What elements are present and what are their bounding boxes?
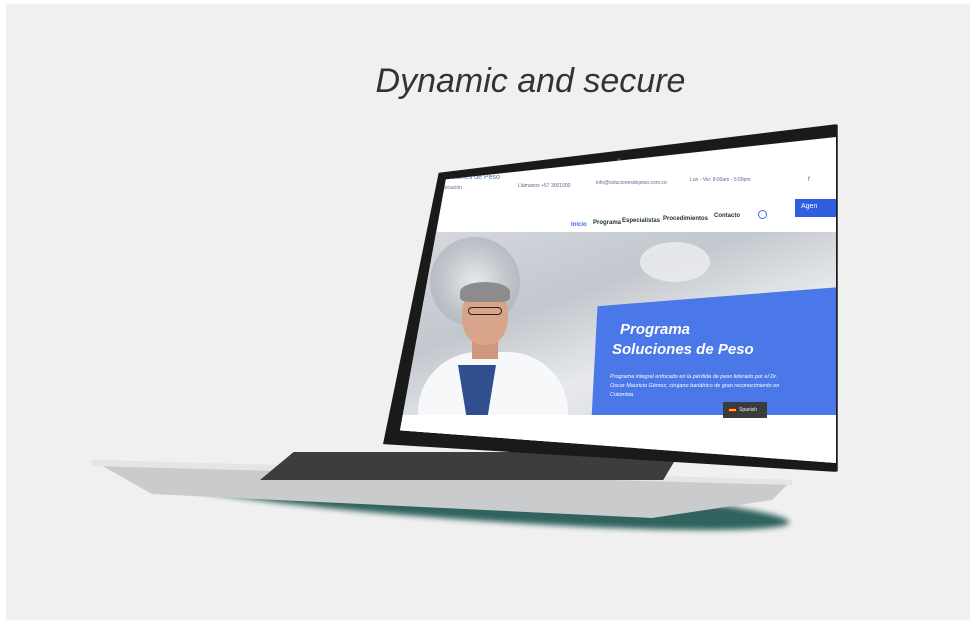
phone-link[interactable]: Llámanos +57 3001000 — [518, 183, 570, 189]
nav-programa[interactable]: Programa — [593, 220, 621, 226]
headline: Dynamic and secure — [375, 62, 686, 100]
spain-flag-icon — [729, 407, 736, 412]
nav-especialistas[interactable]: Especialistas — [622, 218, 660, 224]
surgical-lamp-secondary — [640, 242, 710, 282]
doctor-hair — [460, 282, 510, 302]
nav-procedimientos[interactable]: Procedimientos — [663, 216, 708, 222]
nav-inicio[interactable]: Inicio — [571, 222, 587, 228]
facebook-icon[interactable]: f — [808, 177, 810, 183]
hours-text: Lun - Vie: 8:00am - 5:00pm — [690, 177, 751, 183]
laptop-screen: Ubicación Llámanos +57 3001000 info@solu… — [400, 137, 836, 463]
glasses-icon — [468, 307, 502, 315]
hero-title-line2: Soluciones de Peso — [612, 341, 754, 358]
language-label: Spanish — [739, 407, 758, 413]
nav-contacto[interactable]: Contacto — [714, 213, 740, 219]
language-selector[interactable]: Spanish — [723, 402, 767, 418]
hero-description: Programa integral enfocado en la pérdida… — [610, 374, 780, 398]
hero-title-line1: Programa — [620, 321, 691, 338]
showcase-stage: Dynamic and secure Ubicación Llámanos +5… — [0, 0, 976, 625]
email-link[interactable]: info@solucionesdepeso.com.co — [596, 180, 667, 186]
agendar-button[interactable]: Agen — [795, 199, 836, 217]
search-icon[interactable] — [758, 210, 767, 219]
